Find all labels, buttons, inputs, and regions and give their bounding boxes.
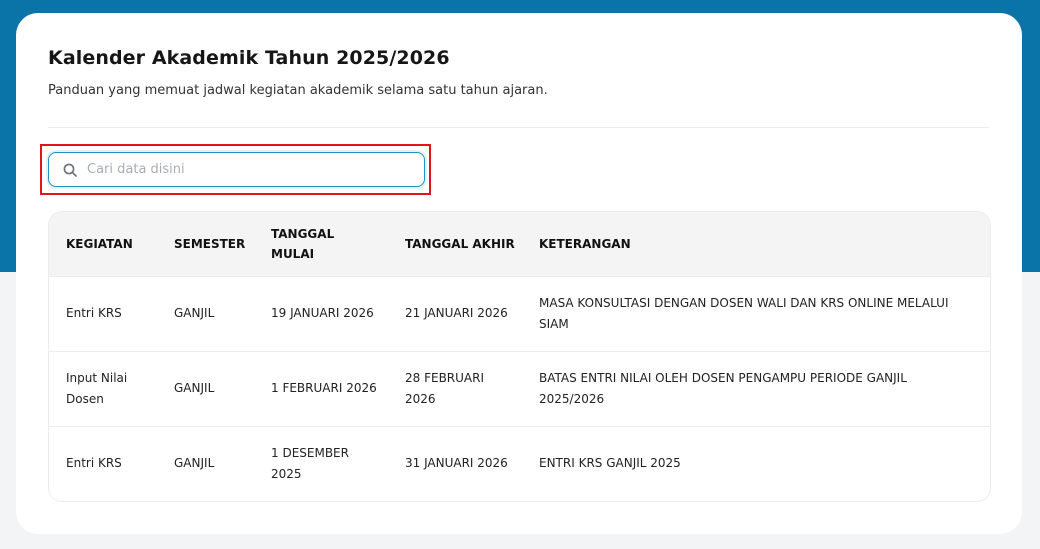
cell-semester: GANJIL xyxy=(174,456,215,471)
divider xyxy=(48,127,989,128)
table-header-row: KEGIATAN SEMESTER TANGGAL MULAI TANGGAL A… xyxy=(49,212,990,276)
page-title: Kalender Akademik Tahun 2025/2026 xyxy=(48,47,450,69)
cell-tanggal-mulai: 1 DESEMBER 2025 xyxy=(271,445,349,481)
search-input[interactable] xyxy=(85,161,409,178)
content-card: Kalender Akademik Tahun 2025/2026 Pandua… xyxy=(16,13,1022,534)
cell-keterangan: ENTRI KRS GANJIL 2025 xyxy=(539,456,681,471)
search-icon xyxy=(63,163,77,177)
search-box[interactable] xyxy=(48,152,425,187)
header-tanggal-akhir: TANGGAL AKHIR xyxy=(405,236,515,251)
header-kegiatan: KEGIATAN xyxy=(66,236,133,251)
cell-tanggal-mulai: 1 FEBRUARI 2026 xyxy=(271,381,377,395)
cell-keterangan: MASA KONSULTASI DENGAN DOSEN WALI DAN KR… xyxy=(539,295,949,331)
calendar-table: KEGIATAN SEMESTER TANGGAL MULAI TANGGAL A… xyxy=(48,211,991,502)
table-row: Entri KRS GANJIL 19 JANUARI 2026 21 JANU… xyxy=(49,276,990,351)
cell-keterangan: BATAS ENTRI NILAI OLEH DOSEN PENGAMPU PE… xyxy=(539,370,907,406)
cell-tanggal-akhir: 31 JANUARI 2026 xyxy=(405,456,508,471)
cell-tanggal-akhir: 21 JANUARI 2026 xyxy=(405,306,508,320)
header-tanggal-mulai: TANGGAL MULAI xyxy=(271,226,335,261)
cell-semester: GANJIL xyxy=(174,381,215,395)
cell-semester: GANJIL xyxy=(174,306,215,320)
cell-tanggal-mulai: 19 JANUARI 2026 xyxy=(271,306,374,320)
page-subtitle: Panduan yang memuat jadwal kegiatan akad… xyxy=(48,83,548,98)
table-row: Input Nilai Dosen GANJIL 1 FEBRUARI 2026 … xyxy=(49,351,990,426)
cell-tanggal-akhir: 28 FEBRUARI 2026 xyxy=(405,370,485,406)
cell-kegiatan: Entri KRS xyxy=(66,456,122,471)
cell-kegiatan: Input Nilai Dosen xyxy=(66,370,128,406)
table-row: Entri KRS GANJIL 1 DESEMBER 2025 31 JANUA… xyxy=(49,426,990,501)
cell-kegiatan: Entri KRS xyxy=(66,306,122,320)
header-keterangan: KETERANGAN xyxy=(539,236,631,251)
header-semester: SEMESTER xyxy=(174,236,246,251)
